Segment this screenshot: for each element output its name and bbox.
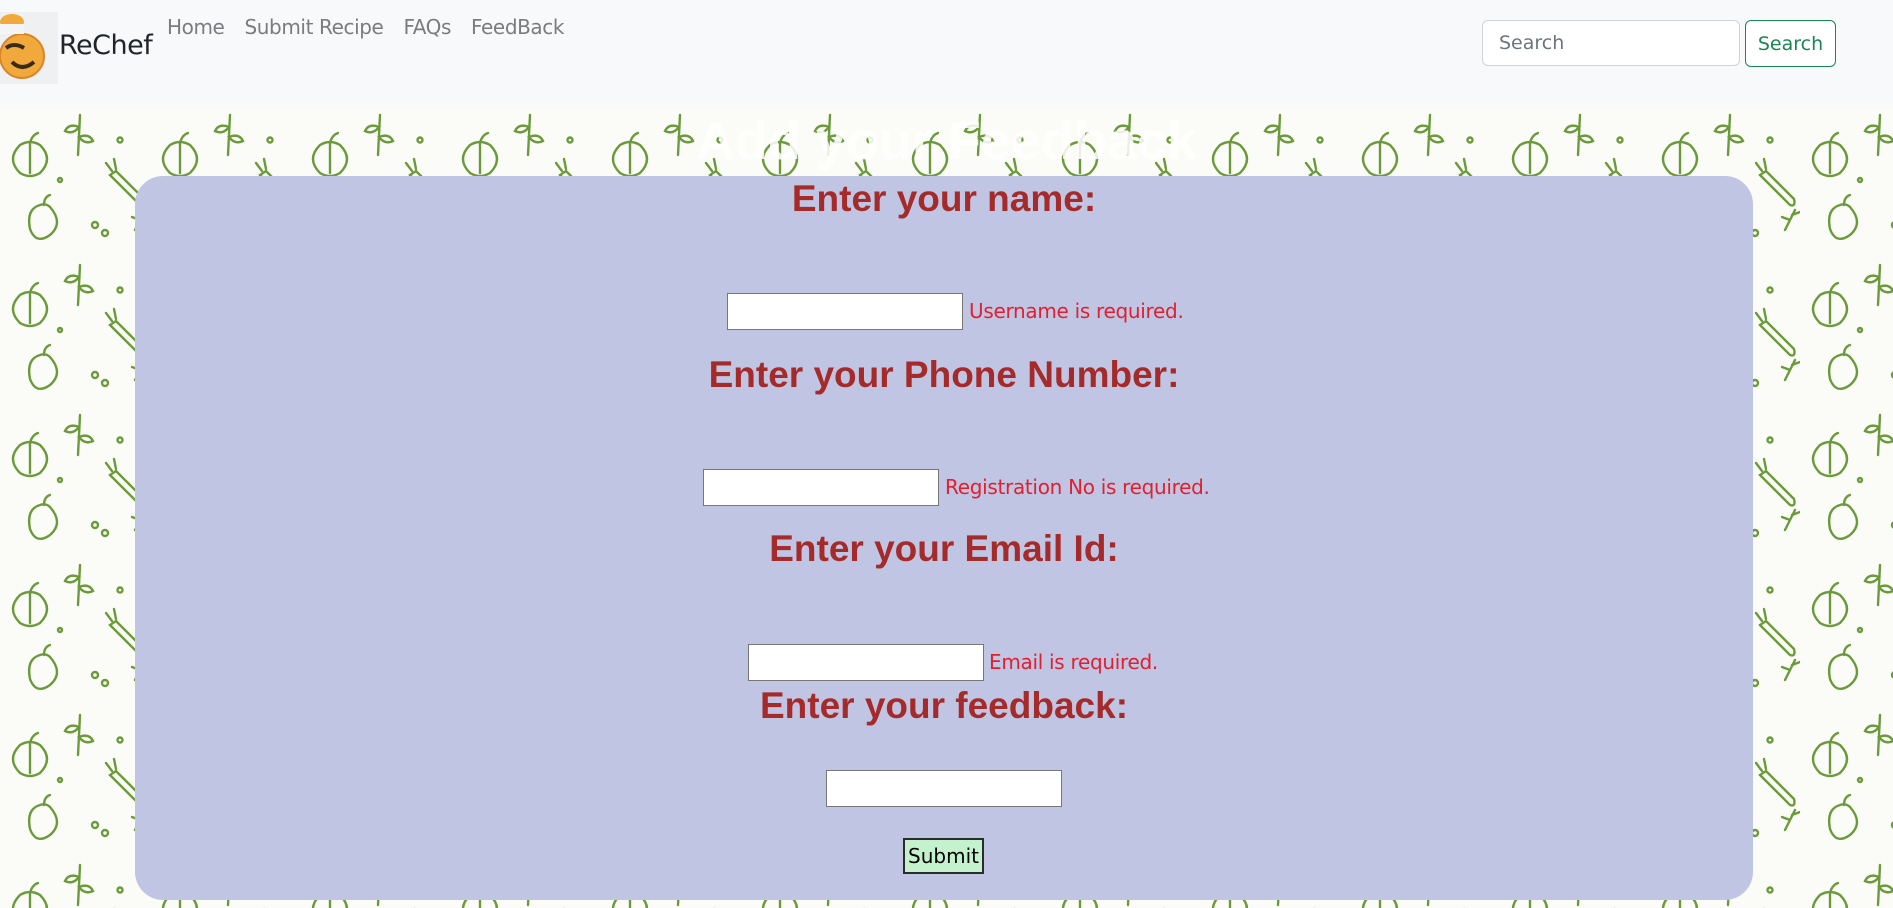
vegetable-pattern-background: Add your Feedback Enter your name: Usern… (0, 105, 1893, 908)
name-label: Enter your name: (791, 178, 1097, 219)
nav-submit-recipe[interactable]: Submit Recipe (244, 15, 383, 39)
feedback-label: Enter your feedback: (759, 685, 1129, 726)
email-error-text: Email is required. (989, 650, 1158, 674)
nav-home[interactable]: Home (167, 15, 225, 39)
nav-links: Home Submit Recipe FAQs FeedBack (167, 15, 564, 39)
submit-button[interactable]: Submit (903, 838, 984, 874)
brand-name[interactable]: ReChef (59, 30, 153, 61)
search-button[interactable]: Search (1745, 20, 1836, 67)
feedback-form-card: Enter your name: Username is required. E… (135, 176, 1753, 900)
nav-feedback[interactable]: FeedBack (471, 15, 564, 39)
search-input[interactable] (1482, 20, 1740, 66)
phone-label: Enter your Phone Number: (708, 354, 1180, 395)
email-label: Enter your Email Id: (769, 528, 1119, 569)
phone-error-text: Registration No is required. (945, 475, 1210, 499)
phone-input[interactable] (703, 469, 939, 506)
feedback-input[interactable] (826, 770, 1062, 807)
navbar: ReChef Home Submit Recipe FAQs FeedBack … (0, 0, 1893, 105)
nav-faqs[interactable]: FAQs (403, 15, 451, 39)
chef-logo-icon[interactable] (0, 12, 58, 84)
name-error-text: Username is required. (969, 299, 1184, 323)
page-heading: Add your Feedback (695, 111, 1198, 171)
name-input[interactable] (727, 293, 963, 330)
email-input[interactable] (748, 644, 984, 681)
